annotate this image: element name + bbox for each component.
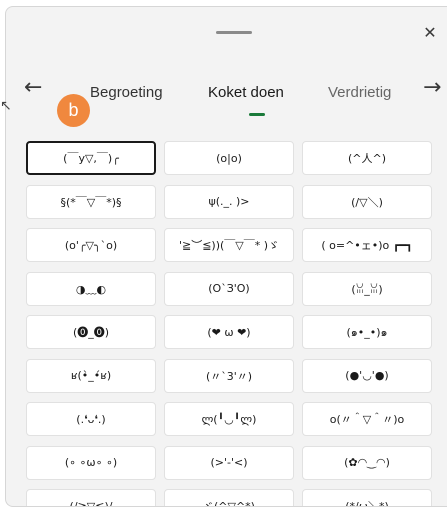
kaomoji-item[interactable]: (/▽＼) bbox=[302, 184, 432, 219]
kaomoji-item[interactable]: (o'╭▽╮`o) bbox=[26, 228, 156, 262]
kaomoji-item[interactable]: (>'-'<) bbox=[164, 445, 294, 480]
kaomoji-item[interactable]: (✿◠‿◠) bbox=[302, 445, 432, 480]
kaomoji-item[interactable]: (●'◡'●) bbox=[302, 358, 432, 393]
prev-tab-button[interactable]: ← bbox=[24, 77, 42, 99]
kaomoji-item[interactable]: (O`З'O) bbox=[164, 271, 294, 306]
kaomoji-item[interactable]: (ꈍ_ꈍ) bbox=[302, 271, 432, 306]
kaomoji-item[interactable]: (∘ ∘ω∘ ∘) bbox=[26, 445, 156, 480]
kaomoji-item[interactable]: ヾ(^▽^*) bbox=[164, 489, 294, 506]
kaomoji-item[interactable]: (*/ω＼*) bbox=[302, 489, 432, 506]
kaomoji-item[interactable]: (o|o) bbox=[164, 141, 294, 175]
active-tab-indicator bbox=[249, 113, 265, 116]
kaomoji-item[interactable]: '≧︶≦))(￣▽￣* )ゞ bbox=[164, 228, 294, 262]
next-tab-button[interactable]: → bbox=[423, 77, 441, 99]
kaomoji-item[interactable]: ◑﹏◐ bbox=[26, 271, 156, 306]
pointer-cursor-icon: ↖ bbox=[0, 98, 12, 114]
kaomoji-item[interactable]: ψ(._. )> bbox=[164, 184, 294, 219]
emoji-panel: ✕ ← → Begroeting Koket doen Verdrietig b… bbox=[5, 6, 447, 507]
kaomoji-item[interactable]: (.❛ᴗ❛.) bbox=[26, 402, 156, 436]
kaomoji-item[interactable]: ( o=^•ェ•)o ┏━┓ bbox=[302, 228, 432, 262]
tab-koket-doen[interactable]: Koket doen bbox=[208, 84, 284, 101]
kaomoji-item[interactable]: (/≧▽≦)/ bbox=[26, 489, 156, 506]
kaomoji-item[interactable]: (⓿_⓿) bbox=[26, 315, 156, 349]
kaomoji-item[interactable]: ʁ(•̀_•́ʁ) bbox=[26, 358, 156, 393]
kaomoji-item[interactable]: §(*￣▽￣*)§ bbox=[26, 184, 156, 219]
kaomoji-item[interactable]: (〃`3'〃) bbox=[164, 358, 294, 393]
kaomoji-item[interactable]: o(〃＾▽＾〃)o bbox=[302, 402, 432, 436]
keyboard-shortcut-badge: b bbox=[57, 94, 90, 127]
tab-verdrietig[interactable]: Verdrietig bbox=[328, 84, 391, 101]
kaomoji-item[interactable]: (❤ ω ❤) bbox=[164, 315, 294, 349]
tab-begroeting[interactable]: Begroeting bbox=[90, 84, 163, 101]
kaomoji-item[interactable]: (^人^) bbox=[302, 141, 432, 175]
kaomoji-item[interactable]: (๑•_•)๑ bbox=[302, 315, 432, 349]
drag-handle[interactable] bbox=[216, 31, 252, 34]
kaomoji-item[interactable]: (￣y▽,￣)╭ bbox=[26, 141, 156, 175]
close-button[interactable]: ✕ bbox=[420, 23, 440, 43]
kaomoji-item[interactable]: ლ(╹◡╹ლ) bbox=[164, 402, 294, 436]
